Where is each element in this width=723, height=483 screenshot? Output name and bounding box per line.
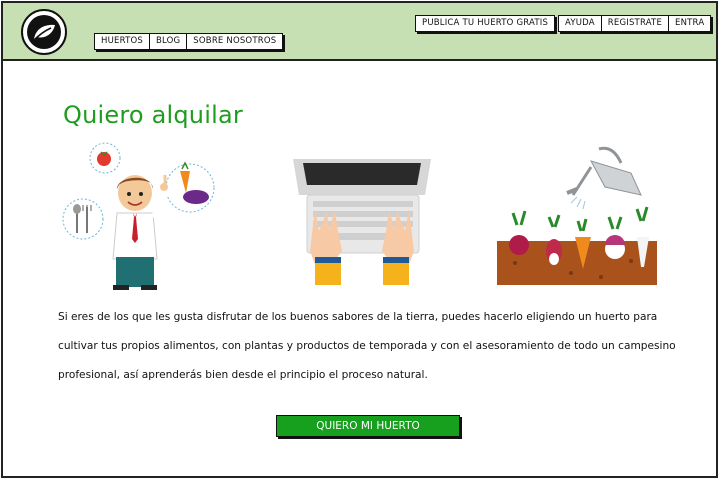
account-group: AYUDA REGISTRATE ENTRA [558,15,712,32]
register-button[interactable]: REGISTRATE [600,16,669,31]
nav-huertos[interactable]: HUERTOS [95,34,149,49]
nav-blog[interactable]: BLOG [148,34,187,49]
man-thinking-about-produce-icon [62,142,215,290]
main-nav: HUERTOS BLOG SOBRE NOSOTROS [94,33,284,50]
laptop-typing-icon [293,159,431,285]
nav-sobre-nosotros[interactable]: SOBRE NOSOTROS [186,34,283,49]
vegetable-garden-icon [497,146,657,285]
watering-can-icon [566,146,642,210]
logo[interactable] [21,9,67,55]
cta-quiero-mi-huerto-button[interactable]: QUIERO MI HUERTO [276,415,460,437]
login-button[interactable]: ENTRA [668,16,711,31]
leaf-icon [27,15,61,49]
publish-group: PUBLICA TU HUERTO GRATIS [415,15,556,32]
help-button[interactable]: AYUDA [559,16,601,31]
intro-paragraph: Si eres de los que les gusta disfrutar d… [58,311,676,381]
page-title: Quiero alquilar [63,101,243,129]
page-frame: HUERTOS BLOG SOBRE NOSOTROS PUBLICA TU H… [1,1,718,478]
site-header: HUERTOS BLOG SOBRE NOSOTROS PUBLICA TU H… [3,3,716,61]
publish-garden-button[interactable]: PUBLICA TU HUERTO GRATIS [416,16,555,31]
